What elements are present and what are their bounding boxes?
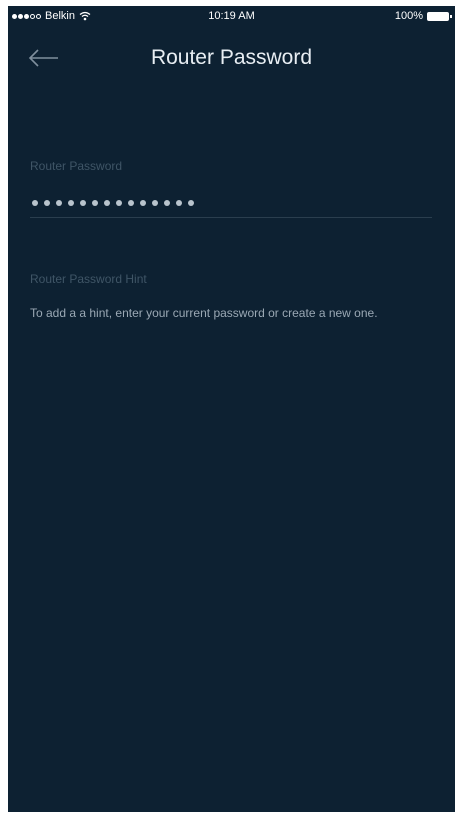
password-mask-dot	[32, 199, 38, 206]
router-password-field[interactable]	[30, 188, 432, 218]
password-mask-dot	[116, 199, 122, 206]
password-mask-dot	[128, 199, 134, 206]
battery-icon	[427, 11, 452, 21]
navigation-bar: Router Password	[8, 28, 455, 90]
password-mask-dot	[164, 199, 170, 206]
back-button[interactable]	[26, 46, 62, 70]
status-time: 10:19 AM	[208, 10, 255, 22]
password-mask-dot	[56, 199, 62, 206]
status-right: 100%	[394, 10, 452, 22]
battery-percentage: 100%	[394, 10, 423, 22]
page-title: Router Password	[150, 46, 313, 69]
app-screen: Belkin 10:19 AM 100% Router Password Rou…	[8, 6, 455, 812]
password-mask-dot	[80, 199, 86, 206]
back-arrow-icon	[28, 49, 58, 67]
password-mask-dot	[44, 199, 50, 206]
password-mask-dot	[152, 199, 158, 206]
password-mask-dot	[188, 199, 194, 206]
status-bar: Belkin 10:19 AM 100%	[8, 6, 455, 28]
password-mask-dot	[92, 199, 98, 206]
password-mask-dot	[68, 199, 74, 206]
router-password-label: Router Password	[30, 159, 123, 173]
password-mask-dot	[176, 199, 182, 206]
router-password-hint-label: Router Password Hint	[30, 272, 147, 286]
password-mask-dot	[140, 199, 146, 206]
hint-description: To add a a hint, enter your current pass…	[30, 306, 378, 320]
password-mask-dot	[104, 199, 110, 206]
